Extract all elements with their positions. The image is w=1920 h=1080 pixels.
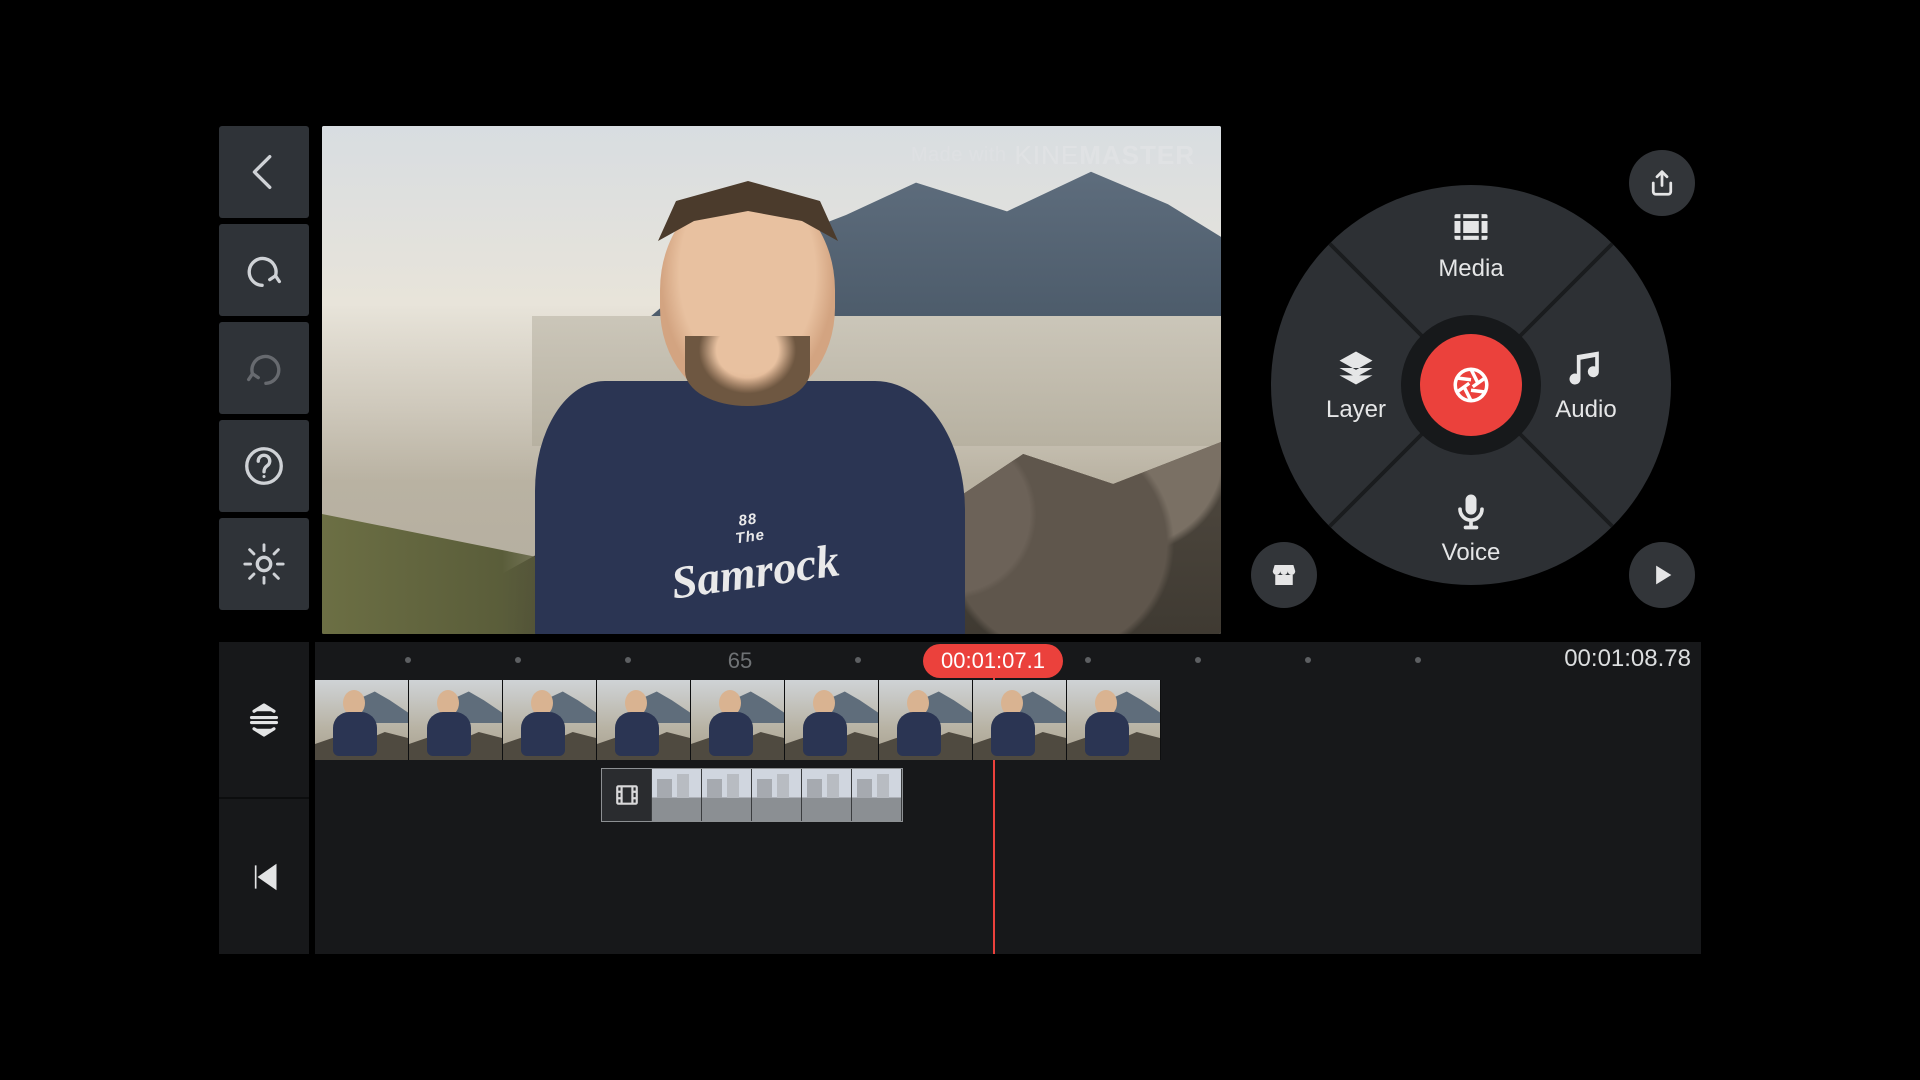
clip-thumb[interactable] — [409, 680, 503, 760]
store-button[interactable] — [1251, 542, 1317, 608]
wheel-audio-label: Audio — [1555, 396, 1616, 423]
wheel-media-button[interactable]: Media — [1396, 205, 1546, 283]
watermark-prefix: Made with — [911, 144, 1007, 167]
expand-icon — [244, 700, 284, 740]
settings-button[interactable] — [219, 518, 309, 610]
watermark: Made with KINEMASTER — [911, 140, 1195, 171]
redo-button[interactable] — [219, 322, 309, 414]
clip-thumb[interactable] — [597, 680, 691, 760]
overlay-thumb[interactable] — [802, 769, 852, 821]
app-root: 88 The Samrock Made with KINEMASTER — [0, 0, 1920, 1080]
wheel-media-label: Media — [1438, 255, 1503, 282]
record-button[interactable] — [1420, 334, 1522, 436]
overlay-thumb[interactable] — [852, 769, 902, 821]
video-track-2[interactable] — [601, 768, 903, 822]
share-icon — [1647, 168, 1677, 198]
undo-button[interactable] — [219, 224, 309, 316]
clip-thumb[interactable] — [1067, 680, 1161, 760]
skip-start-icon — [244, 857, 284, 897]
video-track-1[interactable] — [315, 680, 1161, 760]
playhead-time-pill[interactable]: 00:01:07.1 — [923, 644, 1063, 678]
back-button[interactable] — [219, 126, 309, 218]
timeline-expand-button[interactable] — [219, 642, 309, 797]
chevron-left-icon — [241, 149, 287, 195]
editor-stage: 88 The Samrock Made with KINEMASTER — [213, 120, 1707, 960]
timeline-left-controls — [219, 642, 309, 954]
overlay-thumb[interactable] — [652, 769, 702, 821]
clip-thumb[interactable] — [879, 680, 973, 760]
wheel-layer-label: Layer — [1326, 396, 1386, 423]
help-icon — [241, 443, 287, 489]
aperture-icon — [1450, 364, 1492, 406]
preview-monitor[interactable]: 88 The Samrock Made with KINEMASTER — [322, 126, 1221, 634]
layers-icon — [1334, 346, 1378, 390]
total-duration: 00:01:08.78 — [1564, 645, 1691, 673]
wheel-voice-label: Voice — [1442, 539, 1501, 566]
watermark-brand-a: KINE — [1015, 140, 1080, 170]
preview-person: 88 The Samrock — [470, 181, 915, 634]
ruler-label: 65 — [728, 648, 752, 674]
tool-wheel-area: Media Layer Audio Voice — [1241, 140, 1701, 630]
gear-icon — [241, 541, 287, 587]
media-icon — [1449, 205, 1493, 249]
clip-thumb[interactable] — [691, 680, 785, 760]
play-button[interactable] — [1629, 542, 1695, 608]
music-icon — [1564, 346, 1608, 390]
watermark-brand-b: MASTER — [1079, 140, 1195, 170]
play-icon — [1648, 561, 1676, 589]
left-toolbar — [219, 126, 309, 610]
film-icon — [614, 782, 640, 808]
go-to-start-button[interactable] — [219, 799, 309, 954]
playhead-time: 00:01:07.1 — [941, 648, 1045, 673]
wheel-center — [1401, 315, 1541, 455]
redo-icon — [241, 345, 287, 391]
overlay-thumb[interactable] — [752, 769, 802, 821]
mic-icon — [1449, 489, 1493, 533]
undo-icon — [241, 247, 287, 293]
clip-thumb[interactable] — [785, 680, 879, 760]
store-icon — [1269, 560, 1299, 590]
timeline-panel: 65 00:01:08.78 00:01:07.1 — [219, 642, 1701, 954]
timeline-body[interactable]: 65 00:01:08.78 00:01:07.1 — [315, 642, 1701, 954]
share-button[interactable] — [1629, 150, 1695, 216]
clip-thumb[interactable] — [315, 680, 409, 760]
help-button[interactable] — [219, 420, 309, 512]
wheel-voice-button[interactable]: Voice — [1396, 489, 1546, 567]
tool-wheel: Media Layer Audio Voice — [1271, 185, 1671, 585]
clip-type-badge[interactable] — [602, 769, 652, 821]
clip-thumb[interactable] — [973, 680, 1067, 760]
overlay-thumb[interactable] — [702, 769, 752, 821]
clip-thumb[interactable] — [503, 680, 597, 760]
